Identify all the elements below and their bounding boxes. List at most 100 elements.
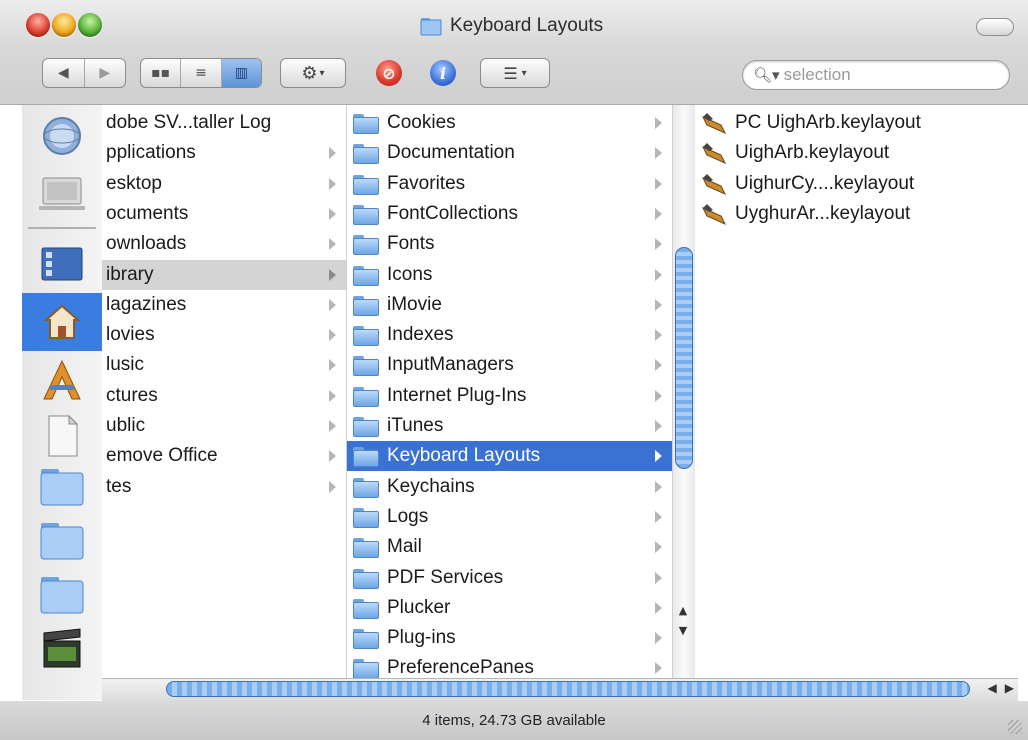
list-item[interactable]: Keyboard Layouts — [347, 441, 672, 472]
disclosure-arrow-icon — [655, 632, 662, 645]
list-item[interactable]: emove Office — [102, 441, 346, 471]
network-icon — [43, 117, 81, 155]
disclosure-arrow-icon — [655, 389, 662, 402]
applications-icon — [43, 359, 81, 400]
list-item[interactable]: FontCollections — [347, 199, 672, 229]
scroll-left-arrow-icon[interactable]: ◀ — [988, 681, 997, 695]
arrange-button[interactable]: ☰ ▾ — [480, 58, 550, 88]
list-item[interactable]: lovies — [102, 320, 346, 350]
list-item-label: FontCollections — [387, 202, 518, 224]
list-view-button[interactable]: ≡ — [181, 59, 222, 87]
list-item[interactable]: Mail — [347, 532, 672, 562]
list-item[interactable]: ublic — [102, 411, 346, 441]
sidebar-item-computer[interactable] — [22, 165, 102, 223]
list-item[interactable]: Plug-ins — [347, 623, 672, 653]
disclosure-arrow-icon — [329, 238, 336, 251]
list-item-label: lagazines — [106, 293, 187, 315]
toolbar-toggle-button[interactable] — [976, 18, 1014, 36]
list-item[interactable]: Favorites — [347, 169, 672, 199]
minimize-button[interactable] — [52, 13, 76, 37]
resize-grip-icon[interactable] — [1008, 720, 1022, 734]
list-item-label: ownloads — [106, 233, 187, 255]
list-item[interactable]: Documentation — [347, 138, 672, 168]
info-button[interactable]: i — [430, 60, 456, 86]
list-item[interactable]: PreferencePanes — [347, 653, 672, 678]
list-item-label: ocuments — [106, 202, 189, 224]
list-item[interactable]: Fonts — [347, 229, 672, 259]
list-item[interactable]: lusic — [102, 350, 346, 380]
file-item[interactable]: UighArb.keylayout — [695, 138, 1028, 168]
list-item[interactable]: dobe SV...taller Log — [102, 108, 346, 138]
disclosure-arrow-icon — [329, 359, 336, 372]
sidebar-item-network[interactable] — [22, 107, 102, 165]
list-item[interactable]: Cookies — [347, 108, 672, 138]
forward-button[interactable]: ▶ — [85, 59, 126, 87]
icon-view-button[interactable]: ▪▪ — [141, 59, 182, 87]
list-item[interactable]: ctures — [102, 381, 346, 411]
scroll-down-arrow-icon[interactable]: ▼ — [679, 624, 687, 637]
list-item[interactable]: tes — [102, 472, 346, 502]
disclosure-arrow-icon — [655, 117, 662, 129]
list-item[interactable]: PDF Services — [347, 563, 672, 593]
file-item-label: PC UighArb.keylayout — [735, 112, 921, 133]
vertical-scroll-thumb[interactable] — [675, 247, 693, 469]
sidebar-item-folder[interactable] — [22, 457, 102, 515]
folder-icon — [353, 294, 379, 316]
list-item-label: Favorites — [387, 172, 466, 194]
list-item[interactable]: ocuments — [102, 199, 346, 229]
list-item[interactable]: Plucker — [347, 593, 672, 623]
burn-button[interactable]: ⊘ — [376, 60, 402, 86]
list-view-icon: ≡ — [195, 65, 207, 81]
list-item-label: pplications — [106, 142, 196, 164]
scroll-right-arrow-icon[interactable]: ▶ — [1005, 681, 1014, 695]
list-item-label: iTunes — [387, 415, 444, 436]
list-item-label: Logs — [387, 505, 429, 527]
horizontal-scroll-thumb[interactable] — [166, 681, 970, 697]
disclosure-arrow-icon — [655, 298, 662, 311]
folder-icon — [40, 577, 84, 614]
folder-icon — [353, 597, 379, 619]
zoom-button[interactable] — [78, 13, 102, 37]
list-item[interactable]: ibrary — [102, 259, 346, 290]
list-item[interactable]: Logs — [347, 502, 672, 532]
vertical-scrollbar[interactable] — [672, 105, 695, 678]
list-item[interactable]: esktop — [102, 169, 346, 199]
disclosure-arrow-icon — [655, 147, 662, 160]
list-item[interactable]: Icons — [347, 260, 672, 290]
back-button[interactable]: ◀ — [43, 59, 85, 87]
list-item[interactable]: pplications — [102, 138, 346, 168]
list-item-label: Keyboard Layouts — [387, 445, 541, 467]
disclosure-arrow-icon — [329, 207, 336, 220]
close-button[interactable] — [26, 13, 50, 37]
file-item[interactable]: UyghurAr...keylayout — [695, 199, 1028, 229]
sidebar-item-home[interactable] — [22, 293, 102, 351]
file-item[interactable]: PC UighArb.keylayout — [695, 108, 1028, 138]
list-item-label: dobe SV...taller Log — [106, 112, 272, 133]
list-item-label: esktop — [106, 172, 162, 194]
list-item[interactable]: Internet Plug-Ins — [347, 381, 672, 411]
list-item[interactable]: iTunes — [347, 411, 672, 441]
sidebar-item-movies[interactable] — [22, 619, 102, 677]
burn-icon: ⊘ — [382, 63, 396, 83]
list-item[interactable]: lagazines — [102, 290, 346, 320]
sidebar-item-desktop[interactable] — [22, 235, 102, 293]
action-menu-button[interactable]: ⚙ ▾ — [280, 58, 346, 88]
column-home: dobe SV...taller Log pplications esktop ocu… — [102, 105, 347, 678]
list-item[interactable]: Indexes — [347, 320, 672, 350]
scroll-up-arrow-icon[interactable]: ▲ — [679, 604, 687, 617]
column-view-icon: ▥ — [234, 65, 248, 81]
list-item[interactable]: ownloads — [102, 229, 346, 259]
sidebar-item-applications[interactable] — [22, 351, 102, 409]
list-item[interactable]: Keychains — [347, 472, 672, 502]
sidebar-item-folder[interactable] — [22, 565, 102, 623]
list-item-label: PDF Services — [387, 566, 504, 588]
list-item[interactable]: iMovie — [347, 290, 672, 320]
sidebar-item-folder[interactable] — [22, 511, 102, 569]
disclosure-arrow-icon — [329, 329, 336, 342]
list-item[interactable]: InputManagers — [347, 350, 672, 380]
disclosure-arrow-icon — [329, 480, 336, 493]
file-item[interactable]: UighurCy....keylayout — [695, 169, 1028, 199]
search-field[interactable]: 🔍︎▾ selection — [742, 60, 1010, 90]
horizontal-scrollbar[interactable]: ◀ ▶ — [102, 678, 1018, 702]
column-view-button[interactable]: ▥ — [221, 59, 261, 87]
